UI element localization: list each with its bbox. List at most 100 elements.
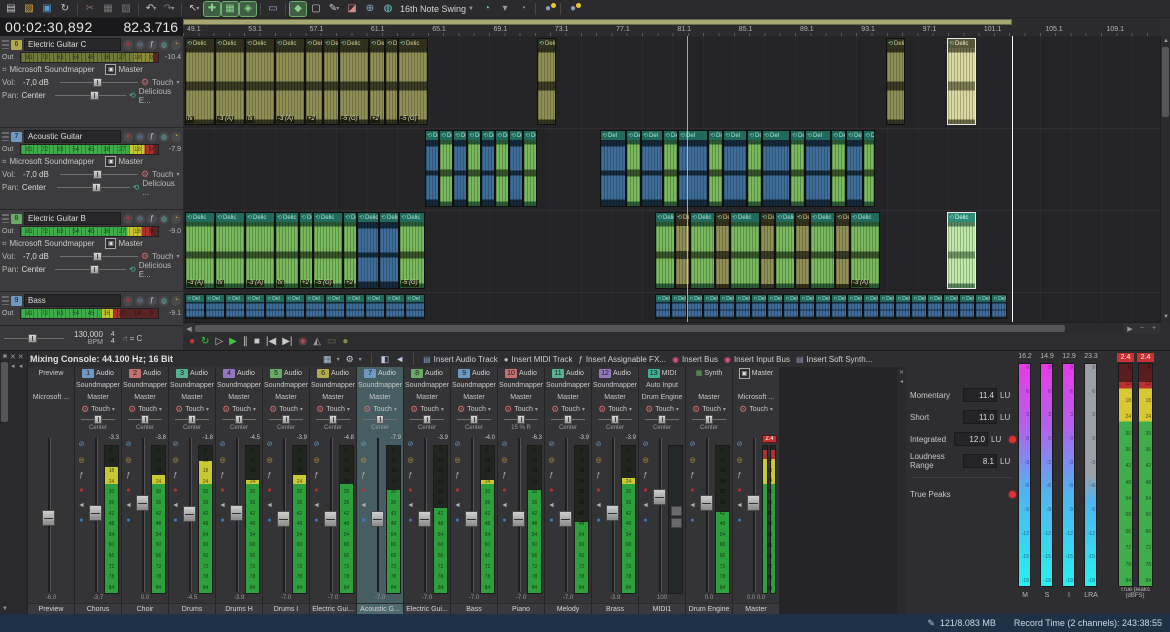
clip-fx-badge[interactable]: fx [187,116,194,123]
audio-clip[interactable]: ⟲Delicfx [185,38,215,125]
audio-clip[interactable]: ⟲Del [385,294,405,319]
mute-icon[interactable]: ◄ [407,502,414,509]
fx-icon[interactable]: ƒ [268,472,272,479]
fx-icon[interactable]: ƒ [550,472,554,479]
fader-handle[interactable] [653,489,666,505]
audio-clip[interactable]: ⟲Del [943,294,959,319]
audio-clip[interactable]: ⟲Del [783,294,799,319]
solo-icon[interactable]: ● [173,517,177,524]
gain-icon[interactable]: ◎ [736,456,742,464]
timeline-horizontal-scrollbar[interactable]: ◀ ▶ − + [183,322,1160,333]
audio-clip[interactable]: ⟲Del [453,130,467,207]
audio-clip[interactable]: ⟲Delic [357,212,379,289]
pan-slider[interactable] [79,415,117,425]
invert-phase-icon[interactable]: ⊘ [314,440,320,448]
groove-select-caret[interactable]: ▼ [468,6,474,12]
dropdown-caret-icon[interactable]: ▾ [337,356,340,363]
clip-fx-badge[interactable]: fx [247,116,254,123]
pan-value[interactable]: Center [22,183,54,192]
invert-phase-icon[interactable]: ⊘ [173,440,179,448]
record-arm-icon[interactable]: ● [502,487,506,494]
gain-icon[interactable]: ◎ [172,456,178,464]
midi-button[interactable] [671,506,682,516]
gain-icon[interactable]: ◎ [689,456,695,464]
paint-tool-icon[interactable]: ◈ [240,2,256,16]
automation-caret-icon[interactable]: ▾ [206,406,209,413]
mute-icon[interactable]: ◄ [595,502,602,509]
audio-clip[interactable]: ⟲Del [325,294,345,319]
audio-clip[interactable]: ⟲Del [523,130,537,207]
audio-clip[interactable]: ⟲Delic+2 [305,38,323,125]
record-arm-icon[interactable]: ● [408,487,412,494]
audio-clip[interactable]: ⟲Del [767,294,783,319]
mixer-channel-strip[interactable]: 4AudioSoundmapperMaster⚙Touch▾Center⊘◎ƒ●… [216,367,263,615]
plugin-name[interactable]: Delicious E... [139,261,181,279]
automation-caret-icon[interactable]: ▾ [488,406,491,413]
automation-gear-icon[interactable]: ⚙ [457,404,465,415]
pan-slider[interactable] [596,415,634,425]
pan-slider[interactable] [361,415,399,425]
fx-icon[interactable]: ƒ [691,472,695,479]
what-is-icon[interactable]: ◍ [380,2,396,16]
mute-icon[interactable]: ◄ [736,502,743,509]
audio-clip[interactable]: ⟲Del [847,294,863,319]
invert-phase-icon[interactable]: ⊘ [361,440,367,448]
bus-button[interactable]: ▣Master [105,238,142,249]
channel-fader[interactable] [747,438,761,592]
fx-icon[interactable]: ƒ [738,472,742,479]
audio-clip[interactable]: ⟲Del [467,130,481,207]
fx-button[interactable]: ƒ [147,296,157,306]
audio-clip[interactable]: ⟲Del [895,294,911,319]
audio-clip[interactable]: ⟲Del [846,130,863,207]
invert-phase-icon[interactable]: ⊘ [126,440,132,448]
audio-clip[interactable]: ⟲Delic [730,212,760,289]
fx-button[interactable]: ƒ [147,132,157,142]
freeze-button[interactable]: ◔ [171,40,181,50]
solo-icon[interactable]: ● [79,517,83,524]
mute-icon[interactable]: ◄ [266,502,273,509]
pan-slider-knob[interactable] [329,415,337,424]
gain-icon[interactable]: ◎ [360,456,366,464]
zoom-in-button[interactable]: + [1148,323,1160,334]
automation-gear-icon[interactable]: ⚙ [504,404,512,415]
automation-mode[interactable]: Touch [702,406,721,413]
audio-clip[interactable]: ⟲Delic [795,212,810,289]
track-lane[interactable]: ⟲Del⟲Del⟲Del⟲Del⟲Del⟲Del⟲Del⟲Del⟲Del⟲Del… [183,292,1160,322]
audio-clip[interactable]: ⟲Delic-5 (G) [398,38,428,125]
insert-midi-track-button[interactable]: ●Insert MIDI Track [504,355,573,364]
record-arm-icon[interactable]: ● [737,487,741,494]
audio-clip[interactable]: ⟲Delic-3 (A) [215,38,245,125]
strip-bus1[interactable]: Soundmapper [451,379,497,391]
record-arm-icon[interactable]: ● [643,487,647,494]
track-lane[interactable]: ⟲Del⟲Del⟲Del⟲Del⟲Del⟲Del⟲Del⟲Del⟲Del⟲Del… [183,128,1160,211]
audio-clip[interactable]: ⟲Delic [810,212,835,289]
automation-mode[interactable]: Touch [326,406,345,413]
automation-caret-icon[interactable]: ▾ [176,79,179,86]
automation-mode[interactable]: Touch [91,406,110,413]
record-arm-button[interactable]: ● [123,214,133,224]
audio-clip[interactable]: ⟲Del [863,130,875,207]
channel-fader[interactable] [42,438,56,592]
audio-clip[interactable]: ⟲Delic [715,212,730,289]
record-arm-icon[interactable]: ● [220,487,224,494]
audio-clip[interactable]: ⟲Del [687,294,703,319]
mute-button[interactable]: ⊖ [135,132,145,142]
audio-clip[interactable]: ⟲Del [719,294,735,319]
mixer-channel-strip[interactable]: PreviewMicrosoft ...-6.0Preview [28,367,75,615]
volume-slider-knob[interactable] [93,78,102,87]
audio-clip[interactable]: ⟲Del [831,294,847,319]
audio-clip[interactable]: ⟲Delic-3 (A) [185,212,215,289]
mixer-channel-strip[interactable]: 6AudioSoundmapperMaster⚙Touch▾Center⊘◎ƒ●… [310,367,357,615]
fader-handle[interactable] [747,495,760,511]
strip-bus2[interactable]: Master [263,391,309,403]
audio-clip[interactable]: ⟲Delic+2 [299,212,313,289]
strip-bus2[interactable]: Drum Engine [639,391,685,403]
timeline-ruler[interactable]: 49.153.157.161.165.169.173.177.181.185.1… [183,18,1160,37]
audio-clip[interactable]: ⟲Del [911,294,927,319]
clip-fx-badge[interactable]: fx [217,280,224,287]
audio-clip[interactable]: ⟲Del [626,130,641,207]
invert-phase-icon[interactable]: ⊘ [79,440,85,448]
automation-caret-icon[interactable]: ▾ [300,406,303,413]
audio-clip[interactable]: ⟲Delic+2 [343,212,357,289]
automation-gear-icon[interactable]: ⚙ [128,404,136,415]
